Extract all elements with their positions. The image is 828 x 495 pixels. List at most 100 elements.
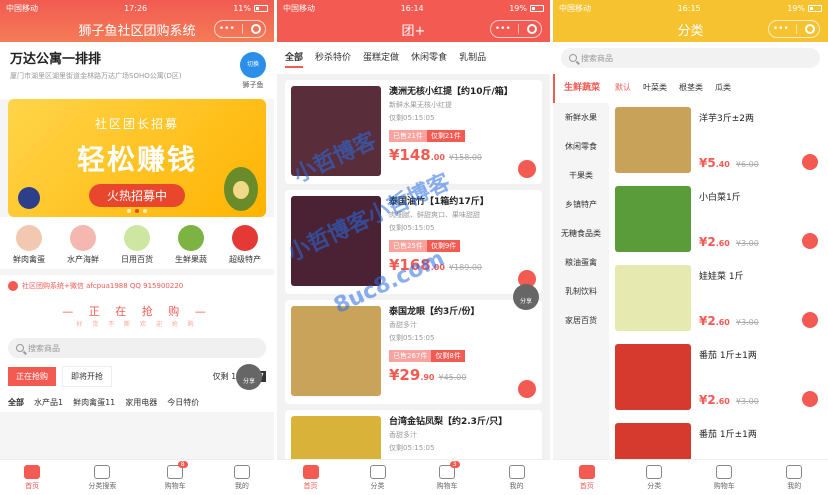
tab-cart[interactable]: 购物车	[714, 464, 735, 491]
tab-category[interactable]: 家用电器	[125, 397, 157, 408]
category-item[interactable]: 水产海鲜	[67, 225, 99, 265]
category-icon	[178, 225, 204, 251]
product-row[interactable]: 小白菜1斤 ¥2.60 ¥3.00	[609, 180, 828, 259]
tab-category[interactable]: 鲜肉禽蛋11	[73, 397, 115, 408]
tab-home[interactable]: 首页	[578, 464, 595, 491]
sidebar-category[interactable]: 乡镇特产	[553, 190, 609, 219]
tab-on-sale[interactable]: 正在抢购	[8, 367, 56, 386]
tab-cart[interactable]: 购物车 3	[436, 460, 460, 491]
product-card[interactable]: 泰国龙眼【约3斤/份】 香甜多汁 仅剩05:15:05 已售267件 仅剩8件 ¥29.9…	[285, 300, 542, 404]
tab-category[interactable]: 分类	[369, 464, 386, 491]
more-icon[interactable]: •••	[219, 24, 235, 34]
leader-block[interactable]: 切换 狮子鱼	[240, 52, 266, 90]
tab-category[interactable]: 休闲零食	[411, 50, 447, 68]
category-item[interactable]: 日用百货	[121, 225, 153, 265]
add-to-cart-icon[interactable]	[802, 312, 818, 328]
search-input[interactable]: 搜索商品	[561, 48, 820, 68]
blueberry-image	[18, 187, 40, 209]
mini-program-capsule[interactable]: •••	[490, 20, 542, 38]
sidebar-category[interactable]: 干果类	[553, 161, 609, 190]
search-input[interactable]: 搜索商品	[8, 338, 266, 358]
product-row[interactable]: 洋芋3斤±2两 ¥5.40 ¥6.00	[609, 101, 828, 180]
category-item[interactable]: 生鲜果蔬	[175, 225, 207, 265]
avatar: 切换	[240, 52, 266, 78]
tab-upcoming[interactable]: 即将开抢	[62, 366, 112, 387]
original-price: ¥158.00	[448, 153, 483, 162]
sidebar-category[interactable]: 无糖食品类	[553, 219, 609, 248]
tab-category[interactable]: 水产品1	[34, 397, 63, 408]
product-card[interactable]: 澳洲无核小红提【约10斤/箱】 新鲜水果无核小红提 仅剩05:15:05 已售21件仅…	[285, 80, 542, 184]
category-label: 日用百货	[121, 255, 153, 264]
category-item[interactable]: 鲜肉禽蛋	[13, 225, 45, 265]
sidebar-category[interactable]: 新鲜水果	[553, 103, 609, 132]
category-main: 默认 叶菜类 根茎类 瓜类 洋芋3斤±2两 ¥5.40 ¥6.00 小白菜1斤 ¥2.60 ¥3…	[609, 74, 828, 495]
tab-sub-category[interactable]: 默认	[615, 82, 631, 93]
close-icon[interactable]	[805, 24, 816, 34]
tab-category[interactable]: 全部	[285, 50, 304, 68]
tab-user[interactable]: 我的	[786, 464, 803, 491]
banner-button[interactable]: 火热招募中	[88, 184, 185, 207]
tab-home[interactable]: 首页	[302, 464, 319, 491]
tab-category[interactable]: 蛋糕定做	[363, 50, 399, 68]
close-icon[interactable]	[527, 24, 538, 34]
category-icon	[232, 225, 258, 251]
header: 中国移动 16:14 19% 团+ •••	[277, 0, 550, 42]
sidebar-category[interactable]: 家居百货	[553, 306, 609, 335]
tab-user[interactable]: 我的	[508, 464, 525, 491]
tab-category[interactable]: 全部	[8, 397, 24, 408]
tab-cart[interactable]: 购物车 8	[165, 460, 188, 491]
tab-bar: 首页 分类 购物车 我的	[553, 459, 828, 495]
add-to-cart-icon[interactable]	[518, 380, 536, 398]
sold-badge: 已售25件	[389, 240, 427, 252]
add-to-cart-icon[interactable]	[802, 391, 818, 407]
more-icon[interactable]: •••	[495, 24, 511, 34]
recruit-banner[interactable]: 社区团长招募 轻松赚钱 火热招募中	[8, 99, 266, 217]
tab-sub-category[interactable]: 叶菜类	[643, 82, 667, 93]
category-item[interactable]: 超级特产	[229, 225, 261, 265]
tab-home[interactable]: 首页	[24, 464, 41, 491]
share-button[interactable]: 分享	[236, 364, 262, 390]
store-info: 万达公寓一排排 厦门市湖里区湖里街道金林路万达广场SOHO公寓(D区) 切换 狮…	[0, 42, 274, 99]
tab-user[interactable]: 我的	[233, 464, 250, 491]
price-decimal: .00	[430, 153, 445, 162]
sidebar-category[interactable]: 乳制饮料	[553, 277, 609, 306]
tab-category[interactable]: 秒杀特价	[315, 50, 351, 68]
product-row[interactable]: 娃娃菜 1斤 ¥2.60 ¥3.00	[609, 259, 828, 338]
tab-category[interactable]: 乳制品	[459, 50, 486, 68]
add-to-cart-icon[interactable]	[802, 154, 818, 170]
header: 中国移动 17:26 11% 狮子鱼社区团购系统 •••	[0, 0, 274, 42]
carousel-dots	[127, 209, 147, 213]
mini-program-capsule[interactable]: •••	[214, 20, 266, 38]
tab-label: 购物车	[436, 481, 458, 490]
product-price: ¥2.60 ¥3.00	[699, 393, 759, 407]
notice-bar[interactable]: 社区团购系统+微信 afcpua1988 QQ 915900220	[0, 275, 274, 297]
add-to-cart-icon[interactable]	[518, 160, 536, 178]
sidebar-category[interactable]: 休闲零食	[553, 132, 609, 161]
add-to-cart-icon[interactable]	[802, 233, 818, 249]
sidebar-category[interactable]: 生鲜蔬菜	[553, 74, 609, 103]
search-area: 搜索商品	[0, 332, 274, 364]
tab-sub-category[interactable]: 根茎类	[679, 82, 703, 93]
product-name: 洋芋3斤±2两	[699, 114, 754, 124]
share-button[interactable]: 分享	[513, 284, 539, 310]
product-name: 番茄 1斤±1两	[699, 351, 757, 361]
product-countdown: 仅剩05:15:05	[389, 444, 435, 452]
tab-category[interactable]: 今日特价	[167, 397, 199, 408]
tab-category[interactable]: 分类搜索	[88, 464, 116, 491]
close-icon[interactable]	[251, 24, 262, 34]
battery-icon	[530, 4, 544, 12]
more-icon[interactable]: •••	[773, 24, 789, 34]
carrier: 中国移动	[559, 3, 591, 13]
sale-badges: 已售267件 仅剩8件	[389, 343, 536, 362]
mini-program-capsule[interactable]: •••	[768, 20, 820, 38]
switch-label[interactable]: 切换	[247, 61, 259, 68]
battery-text: 19%	[509, 3, 527, 13]
notice-text: 社区团购系统+微信 afcpua1988 QQ 915900220	[22, 282, 184, 290]
sale-time-tabs: 正在抢购 即将开抢 仅剩 16天 07	[0, 364, 274, 389]
tab-label: 首页	[25, 481, 40, 490]
tab-category[interactable]: 分类	[646, 464, 663, 491]
sidebar-category[interactable]: 粮油蛋禽	[553, 248, 609, 277]
product-row[interactable]: 番茄 1斤±1两 ¥2.60 ¥3.00	[609, 338, 828, 417]
tab-sub-category[interactable]: 瓜类	[715, 82, 731, 93]
product-card[interactable]: 泰国油竹【1箱约17斤】 肉细腻、鲜甜爽口、果味甜甜 仅剩05:15:05 已售25件…	[285, 190, 542, 294]
